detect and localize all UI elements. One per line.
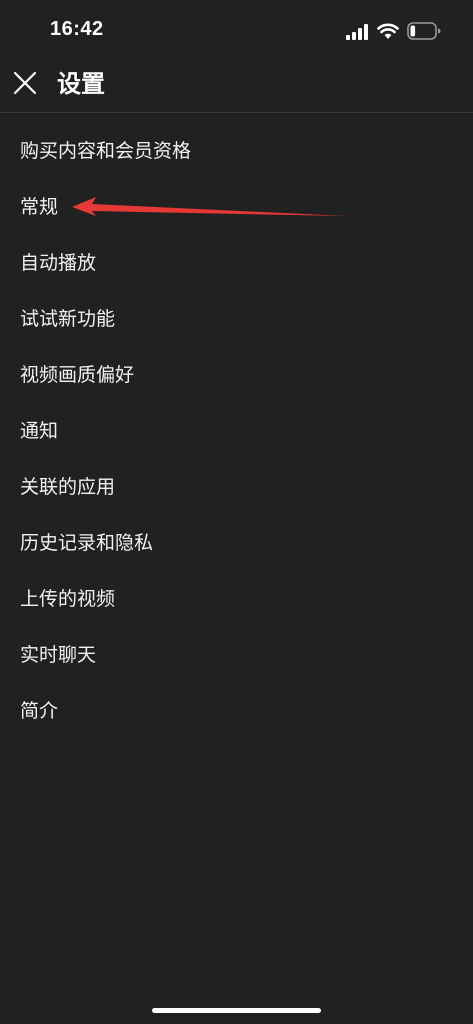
close-button[interactable] — [8, 66, 42, 100]
page-title: 设置 — [57, 70, 105, 98]
menu-item-try-new-features[interactable]: 试试新功能 — [0, 291, 473, 347]
menu-item-general[interactable]: 常规 — [0, 179, 473, 235]
menu-item-connected-apps[interactable]: 关联的应用 — [0, 459, 473, 515]
menu-item-uploads[interactable]: 上传的视频 — [0, 571, 473, 627]
menu-item-video-quality-preferences[interactable]: 视频画质偏好 — [0, 347, 473, 403]
menu-item-autoplay[interactable]: 自动播放 — [0, 235, 473, 291]
menu-item-history-privacy[interactable]: 历史记录和隐私 — [0, 515, 473, 571]
cellular-signal-icon — [346, 24, 368, 40]
wifi-icon — [377, 23, 399, 39]
battery-low-icon — [407, 22, 441, 40]
home-indicator[interactable] — [152, 1008, 321, 1013]
menu-item-live-chat[interactable]: 实时聊天 — [0, 627, 473, 683]
menu-item-notifications[interactable]: 通知 — [0, 403, 473, 459]
status-bar: 16:42 — [0, 0, 473, 62]
settings-menu: 购买内容和会员资格 常规 自动播放 试试新功能 视频画质偏好 通知 关联的应用 … — [0, 123, 473, 739]
menu-item-purchases-memberships[interactable]: 购买内容和会员资格 — [0, 123, 473, 179]
close-icon — [13, 71, 37, 95]
status-time: 16:42 — [50, 18, 104, 40]
header: 设置 — [0, 62, 473, 113]
menu-item-about[interactable]: 简介 — [0, 683, 473, 739]
